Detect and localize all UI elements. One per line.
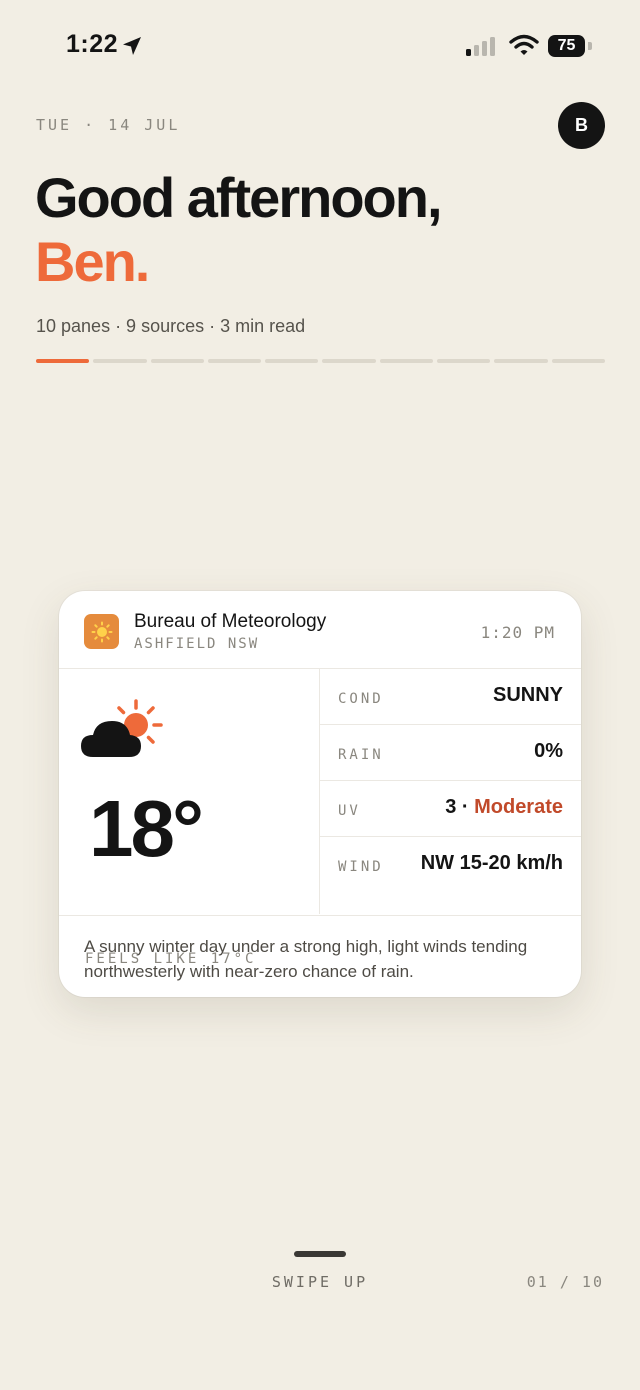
- stat-row-wind: WIND NW 15-20 km/h: [320, 837, 581, 892]
- wifi-icon: [509, 34, 539, 61]
- progress-segment: [265, 359, 319, 363]
- stat-row-cond: COND SUNNY: [320, 669, 581, 725]
- progress-segment: [322, 359, 376, 363]
- date-label: TUE · 14 JUL: [36, 116, 181, 134]
- briefing-meta: 10 panes · 9 sources · 3 min read: [36, 316, 306, 336]
- greeting-text: Good afternoon,: [35, 166, 443, 229]
- sun-icon: [84, 614, 119, 649]
- greeting: Good afternoon, Ben.: [35, 166, 443, 294]
- temperature: 18°: [89, 784, 204, 873]
- stat-row-uv: UV 3 · Moderate: [320, 781, 581, 837]
- stat-label-uv: UV: [338, 803, 361, 819]
- pane-counter: 01 / 10: [526, 1273, 604, 1291]
- weather-stats: COND SUNNY RAIN 0% UV 3 · Moderate WIND …: [320, 669, 581, 914]
- progress-segment: [379, 359, 434, 363]
- location-arrow-icon: [122, 36, 142, 61]
- forecast-description: A sunny winter day under a strong high, …: [59, 915, 581, 997]
- uv-index: 3 ·: [445, 796, 475, 818]
- source-location: ASHFIELD NSW: [134, 636, 260, 652]
- source-name: Bureau of Meteorology: [134, 611, 327, 632]
- progress-segment: [494, 359, 548, 363]
- stat-label-rain: RAIN: [338, 747, 384, 763]
- cellular-signal-icon: [466, 37, 495, 56]
- battery-cap: [588, 42, 592, 50]
- battery-icon: 75: [548, 35, 585, 57]
- greeting-name: Ben.: [35, 230, 150, 293]
- stat-label-wind: WIND: [338, 859, 384, 875]
- stat-label-cond: COND: [338, 691, 384, 707]
- forecast-text: A sunny winter day under a strong high, …: [84, 937, 528, 981]
- source-time: 1:20 PM: [480, 623, 555, 642]
- status-time: 1:22: [66, 30, 119, 58]
- stat-row-rain: RAIN 0%: [320, 725, 581, 781]
- stat-value-wind: NW 15-20 km/h: [420, 852, 563, 874]
- progress-segment: [437, 359, 491, 363]
- card-header: Bureau of Meteorology ASHFIELD NSW 1:20 …: [59, 591, 581, 669]
- battery-level: 75: [557, 37, 576, 54]
- progress-segment: [150, 359, 204, 363]
- stat-value-rain: 0%: [534, 740, 563, 762]
- current-conditions: 18° FEELS LIKE 17°C: [59, 669, 320, 967]
- avatar[interactable]: B: [558, 102, 605, 149]
- partly-sunny-icon: [79, 697, 169, 767]
- progress-segment: [551, 359, 605, 363]
- progress-segment: [36, 359, 90, 363]
- uv-level: Moderate: [474, 796, 563, 818]
- progress-segment: [207, 359, 262, 363]
- stat-value-uv: 3 · Moderate: [445, 796, 563, 819]
- pane-progress-bar: [36, 359, 605, 363]
- stat-value-cond: SUNNY: [492, 684, 563, 706]
- swipe-handle[interactable]: [294, 1251, 346, 1257]
- progress-segment: [93, 359, 147, 363]
- weather-card[interactable]: Bureau of Meteorology ASHFIELD NSW 1:20 …: [59, 591, 581, 997]
- status-bar: 1:22 75: [0, 0, 640, 95]
